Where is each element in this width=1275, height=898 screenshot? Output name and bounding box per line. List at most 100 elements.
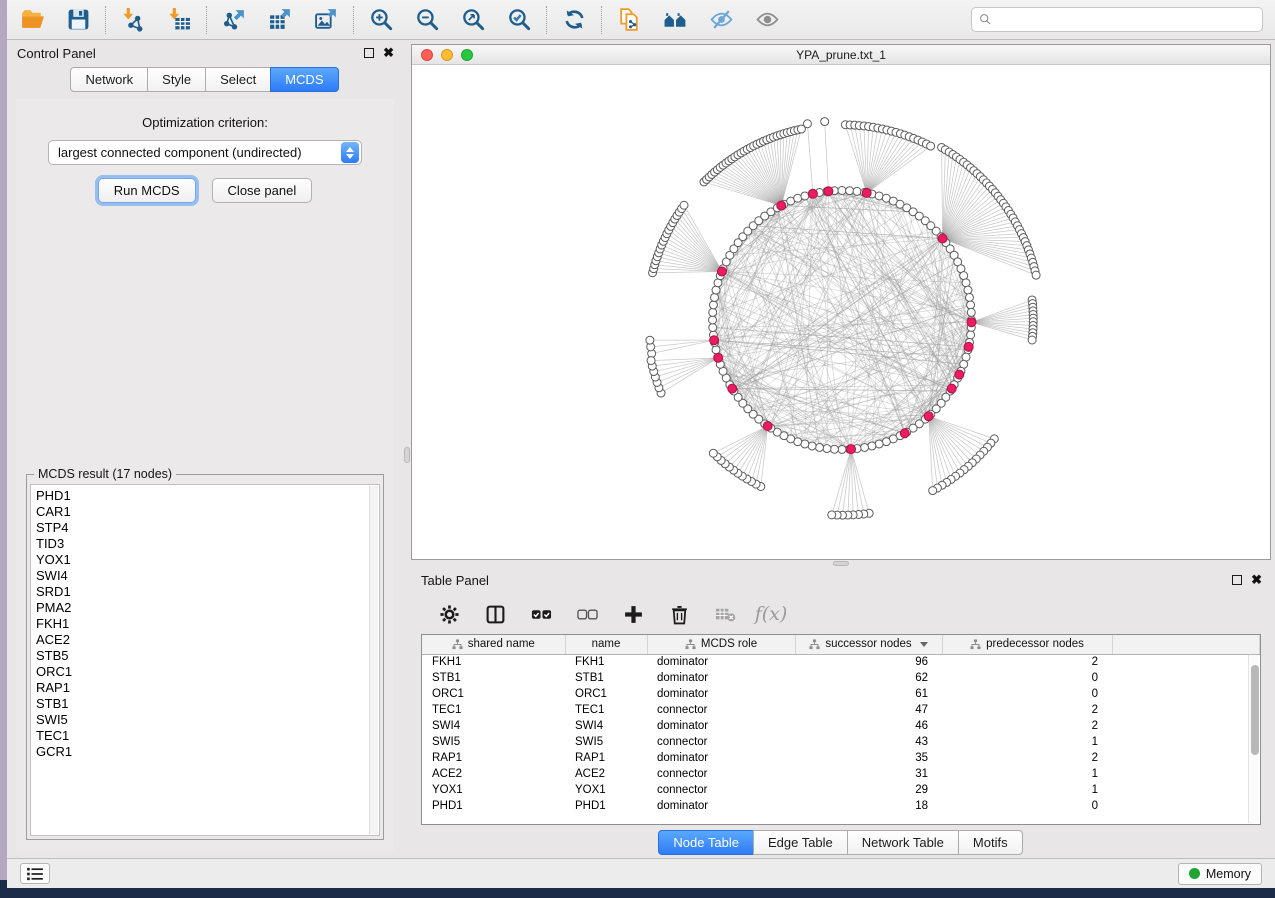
ring-node[interactable] — [709, 308, 717, 316]
mcds-result-item[interactable]: RAP1 — [36, 680, 379, 696]
splitter-grip[interactable] — [833, 561, 849, 566]
mcds-hub-node[interactable] — [808, 189, 817, 198]
network-graph[interactable] — [412, 65, 1270, 559]
mcds-hub-node[interactable] — [938, 234, 947, 243]
mcds-hub-node[interactable] — [955, 370, 964, 379]
leaf-node[interactable] — [828, 511, 836, 519]
mcds-hub-node[interactable] — [967, 318, 976, 327]
tab-motifs[interactable]: Motifs — [958, 830, 1023, 855]
leaf-node[interactable] — [1028, 336, 1036, 344]
splitter-grip[interactable] — [404, 447, 410, 463]
table-row[interactable]: FKH1FKH1dominator962 — [422, 654, 1260, 670]
show-all-icon[interactable] — [754, 7, 780, 33]
float-panel-icon[interactable] — [364, 48, 374, 58]
close-panel-icon[interactable]: ✖ — [1251, 575, 1262, 585]
mcds-hub-node[interactable] — [847, 445, 856, 454]
mcds-result-item[interactable]: PMA2 — [36, 600, 379, 616]
search-box[interactable] — [971, 7, 1263, 32]
delete-column-icon[interactable] — [667, 602, 691, 626]
leaf-node[interactable] — [647, 357, 655, 365]
leaf-node[interactable] — [927, 142, 935, 150]
mcds-list-scrollbar[interactable] — [369, 486, 378, 834]
ring-node[interactable] — [853, 187, 861, 195]
horizontal-splitter[interactable] — [411, 560, 1271, 567]
deselect-all-checkboxes-icon[interactable] — [575, 602, 599, 626]
ring-node[interactable] — [967, 308, 975, 316]
mcds-hub-node[interactable] — [710, 336, 719, 345]
refresh-icon[interactable] — [561, 7, 587, 33]
tab-style[interactable]: Style — [147, 67, 206, 92]
ring-node[interactable] — [823, 445, 831, 453]
mcds-hub-node[interactable] — [714, 353, 723, 362]
table-row[interactable]: STB1STB1dominator620 — [422, 670, 1260, 686]
tab-mcds[interactable]: MCDS — [270, 67, 338, 92]
tab-network[interactable]: Network — [70, 67, 148, 92]
column-header-successor-nodes[interactable]: successor nodes — [795, 635, 942, 654]
ring-node[interactable] — [846, 187, 854, 195]
mcds-result-item[interactable]: GCR1 — [36, 744, 379, 760]
float-panel-icon[interactable] — [1232, 575, 1242, 585]
zoom-in-icon[interactable] — [368, 7, 394, 33]
ring-node[interactable] — [801, 192, 809, 200]
ring-node[interactable] — [962, 279, 970, 287]
close-panel-icon[interactable]: ✖ — [383, 48, 394, 58]
mcds-result-item[interactable]: SWI5 — [36, 712, 379, 728]
leaf-node[interactable] — [929, 487, 937, 495]
mcds-hub-node[interactable] — [777, 201, 786, 210]
network-window-titlebar[interactable]: YPA_prune.txt_1 — [412, 45, 1270, 65]
vertical-splitter[interactable] — [403, 40, 411, 858]
mcds-hub-node[interactable] — [862, 188, 871, 197]
table-row[interactable]: TEC1TEC1connector472 — [422, 702, 1260, 718]
mcds-result-item[interactable]: TID3 — [36, 536, 379, 552]
select-all-checkboxes-icon[interactable] — [529, 602, 553, 626]
ring-node[interactable] — [808, 442, 816, 450]
mcds-result-item[interactable]: YOX1 — [36, 552, 379, 568]
mcds-hub-node[interactable] — [900, 429, 909, 438]
table-row[interactable]: PHD1PHD1dominator180 — [422, 798, 1260, 814]
task-history-button[interactable] — [20, 863, 50, 884]
tab-network-table[interactable]: Network Table — [847, 830, 959, 855]
open-session-icon[interactable] — [19, 7, 45, 33]
table-row[interactable]: SWI5SWI5connector431 — [422, 734, 1260, 750]
leaf-node[interactable] — [1032, 271, 1040, 279]
mcds-hub-node[interactable] — [924, 412, 933, 421]
ring-node[interactable] — [709, 324, 717, 332]
table-row[interactable]: YOX1YOX1connector291 — [422, 782, 1260, 798]
settings-gear-icon[interactable] — [437, 602, 461, 626]
mcds-result-item[interactable]: PHD1 — [36, 488, 379, 504]
first-neighbors-icon[interactable] — [662, 7, 688, 33]
column-header-MCDS-role[interactable]: MCDS role — [647, 635, 795, 654]
leaf-node[interactable] — [646, 336, 654, 344]
ring-node[interactable] — [712, 286, 720, 294]
ring-node[interactable] — [709, 316, 717, 324]
hide-selected-icon[interactable] — [708, 7, 734, 33]
export-table-icon[interactable] — [267, 7, 293, 33]
ring-node[interactable] — [830, 445, 838, 453]
mcds-hub-node[interactable] — [763, 422, 772, 431]
memory-button[interactable]: Memory — [1178, 863, 1262, 885]
ring-node[interactable] — [838, 445, 846, 453]
copy-network-icon[interactable] — [616, 7, 642, 33]
ring-node[interactable] — [712, 346, 720, 354]
zoom-fit-icon[interactable] — [460, 7, 486, 33]
table-row[interactable]: ORC1ORC1dominator610 — [422, 686, 1260, 702]
mcds-result-item[interactable]: STP4 — [36, 520, 379, 536]
ring-node[interactable] — [875, 440, 883, 448]
zoom-selected-icon[interactable] — [506, 7, 532, 33]
table-scrollbar[interactable] — [1248, 655, 1259, 823]
mcds-result-item[interactable]: FKH1 — [36, 616, 379, 632]
close-panel-button[interactable]: Close panel — [212, 178, 313, 203]
ring-node[interactable] — [964, 286, 972, 294]
ring-node[interactable] — [816, 443, 824, 451]
show-columns-icon[interactable] — [483, 602, 507, 626]
import-network-icon[interactable] — [120, 7, 146, 33]
mcds-hub-node[interactable] — [718, 267, 727, 276]
column-header-shared-name[interactable]: shared name — [422, 635, 565, 654]
mcds-result-item[interactable]: STB5 — [36, 648, 379, 664]
mcds-result-item[interactable]: SWI4 — [36, 568, 379, 584]
ring-node[interactable] — [711, 293, 719, 301]
tab-select[interactable]: Select — [205, 67, 271, 92]
mcds-result-item[interactable]: CAR1 — [36, 504, 379, 520]
ring-node[interactable] — [868, 442, 876, 450]
ring-node[interactable] — [967, 301, 975, 309]
